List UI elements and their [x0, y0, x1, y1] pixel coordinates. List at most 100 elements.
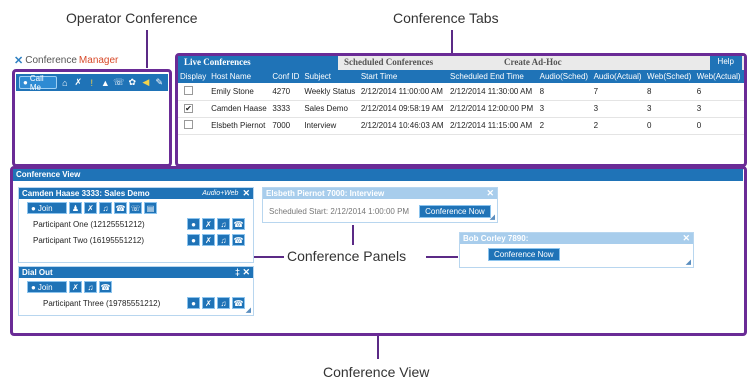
close-icon[interactable]: ✕ — [486, 188, 494, 199]
resize-grip-icon[interactable]: ◢ — [246, 306, 251, 314]
resize-grip-icon[interactable]: ◢ — [490, 213, 495, 221]
phone-icon[interactable]: ☏ — [129, 202, 142, 214]
conference-view-header: Conference View — [13, 169, 743, 181]
scheduled-start-text: Scheduled Start: 2/12/2014 1:00:00 PM — [269, 207, 410, 216]
panel-header: Elsbeth Piernot 7000: Interview ✕ — [263, 188, 497, 199]
group-icon[interactable]: ♟ — [69, 202, 82, 214]
operator-toolbar: ● Call Me ⌂ ✗ ! ▲ ☏ ✿ ◀ ✎ — [16, 73, 168, 92]
hangup-icon[interactable]: ☎ — [114, 202, 127, 214]
music-icon[interactable]: ♫ — [217, 297, 230, 309]
person-icon: ● — [23, 78, 28, 87]
col-start-time[interactable]: Start Time — [358, 70, 448, 83]
tab-create-ad-hoc[interactable]: Create Ad-Hoc — [498, 56, 658, 70]
conference-now-button[interactable]: Conference Now — [488, 248, 560, 261]
cell-subject: Interview — [302, 117, 359, 135]
raise-hand-icon[interactable]: ! — [86, 76, 98, 89]
music-icon[interactable]: ♫ — [84, 281, 97, 293]
logo-x-icon: ✕ — [14, 55, 24, 67]
hangup-icon[interactable]: ☎ — [232, 234, 245, 246]
person-icon[interactable]: ● — [187, 297, 200, 309]
cell-audio-sched: 2 — [537, 117, 592, 135]
cell-end: 2/12/2014 12:00:00 PM — [447, 100, 538, 118]
col-web-sched[interactable]: Web(Sched) — [645, 70, 695, 83]
col-host-name[interactable]: Host Name — [209, 70, 271, 83]
tab-live-conferences[interactable]: Live Conferences — [178, 56, 338, 70]
join-button[interactable]: ● Join — [27, 202, 67, 214]
mute-icon[interactable]: ✗ — [84, 202, 97, 214]
logo-suffix: Manager — [78, 55, 119, 66]
person-icon[interactable]: ● — [187, 234, 200, 246]
person-icon: ● — [31, 282, 36, 292]
col-display[interactable]: Display — [178, 70, 210, 83]
panel-toolbar: ● Join ✗ ♫ ☎ — [19, 278, 253, 293]
panel-title: Dial Out — [22, 268, 53, 277]
wrench-icon[interactable]: ✎ — [154, 76, 166, 89]
hangup-icon[interactable]: ☎ — [232, 297, 245, 309]
join-button[interactable]: ● Join — [27, 281, 67, 293]
close-icon[interactable]: ✕ — [242, 188, 250, 199]
book-icon[interactable]: ▤ — [144, 202, 157, 214]
conference-now-button[interactable]: Conference Now — [419, 205, 491, 218]
panel-title: Camden Haase 3333: Sales Demo — [22, 189, 150, 198]
col-audio-actual[interactable]: Audio(Actual) — [591, 70, 646, 83]
cell-web-actual: 3 — [694, 100, 744, 118]
phone-icon[interactable]: ☏ — [113, 76, 125, 89]
close-icon[interactable]: ✕ — [682, 233, 690, 244]
person-icon[interactable]: ● — [187, 218, 200, 230]
music-icon[interactable]: ♫ — [217, 218, 230, 230]
help-button[interactable]: Help — [709, 56, 742, 70]
mute-icon[interactable]: ✗ — [202, 234, 215, 246]
cell-conf-id: 7000 — [270, 117, 303, 135]
participant-row[interactable]: Participant Three (19785551212) ● ✗ ♫ ☎ — [19, 293, 253, 309]
callout-operator-conference: Operator Conference — [66, 10, 198, 26]
join-label: Join — [37, 203, 53, 213]
panel-header: Camden Haase 3333: Sales Demo Audio+Web … — [19, 188, 253, 199]
col-subject[interactable]: Subject — [302, 70, 359, 83]
home-icon[interactable]: ⌂ — [59, 76, 71, 89]
cell-host: Emily Stone — [209, 83, 271, 101]
col-web-actual[interactable]: Web(Actual) — [694, 70, 744, 83]
display-checkbox[interactable]: ✔ — [184, 104, 193, 113]
display-checkbox[interactable] — [184, 85, 193, 95]
col-scheduled-end-time[interactable]: Scheduled End Time — [447, 70, 538, 83]
cell-audio-actual: 7 — [591, 83, 646, 101]
cell-web-sched: 8 — [645, 83, 695, 101]
display-checkbox[interactable] — [184, 120, 193, 129]
callout-line — [146, 30, 148, 68]
callout-conference-tabs: Conference Tabs — [393, 10, 499, 26]
participant-row[interactable]: Participant One (12125551212) ● ✗ ♫ ☎ — [19, 214, 253, 230]
alert-icon[interactable]: ▲ — [100, 76, 112, 89]
call-me-button[interactable]: ● Call Me — [19, 73, 58, 92]
cell-web-actual: 6 — [694, 83, 744, 101]
callout-line — [377, 335, 379, 359]
volume-icon[interactable]: ◀ — [140, 76, 152, 89]
table-row[interactable]: Emily Stone 4270 Weekly Status 2/12/2014… — [178, 83, 744, 101]
cell-start: 2/12/2014 11:00:00 AM — [358, 83, 448, 101]
music-icon[interactable]: ♫ — [217, 234, 230, 246]
resize-grip-icon[interactable]: ◢ — [686, 258, 691, 266]
col-conf-id[interactable]: Conf ID — [270, 70, 303, 83]
mute-icon[interactable]: ✗ — [73, 76, 85, 89]
mute-icon[interactable]: ✗ — [202, 218, 215, 230]
panel-tag: Audio+Web — [202, 190, 239, 197]
cell-audio-sched: 8 — [537, 83, 592, 101]
call-me-label: Call Me — [29, 73, 44, 92]
music-icon[interactable]: ♫ — [99, 202, 112, 214]
cell-host: Camden Haase — [209, 100, 271, 118]
settings-icon[interactable]: ✿ — [127, 76, 139, 89]
cell-conf-id: 4270 — [270, 83, 303, 101]
mute-icon[interactable]: ✗ — [202, 297, 215, 309]
col-audio-sched[interactable]: Audio(Sched) — [537, 70, 592, 83]
table-row[interactable]: Elsbeth Piernot 7000 Interview 2/12/2014… — [178, 117, 744, 135]
cell-conf-id: 3333 — [270, 100, 303, 118]
join-label: Join — [37, 282, 53, 292]
participant-row[interactable]: Participant Two (16195551212) ● ✗ ♫ ☎ — [19, 230, 253, 246]
conference-panel-elsbeth: Elsbeth Piernot 7000: Interview ✕ Schedu… — [262, 187, 498, 223]
table-row[interactable]: ✔ Camden Haase 3333 Sales Demo 2/12/2014… — [178, 100, 744, 118]
hangup-icon[interactable]: ☎ — [232, 218, 245, 230]
pin-close-icon[interactable]: ‡ ✕ — [235, 267, 250, 278]
cell-end: 2/12/2014 11:15:00 AM — [447, 117, 538, 135]
tab-scheduled-conferences[interactable]: Scheduled Conferences — [338, 56, 498, 70]
mute-icon[interactable]: ✗ — [69, 281, 82, 293]
hangup-icon[interactable]: ☎ — [99, 281, 112, 293]
